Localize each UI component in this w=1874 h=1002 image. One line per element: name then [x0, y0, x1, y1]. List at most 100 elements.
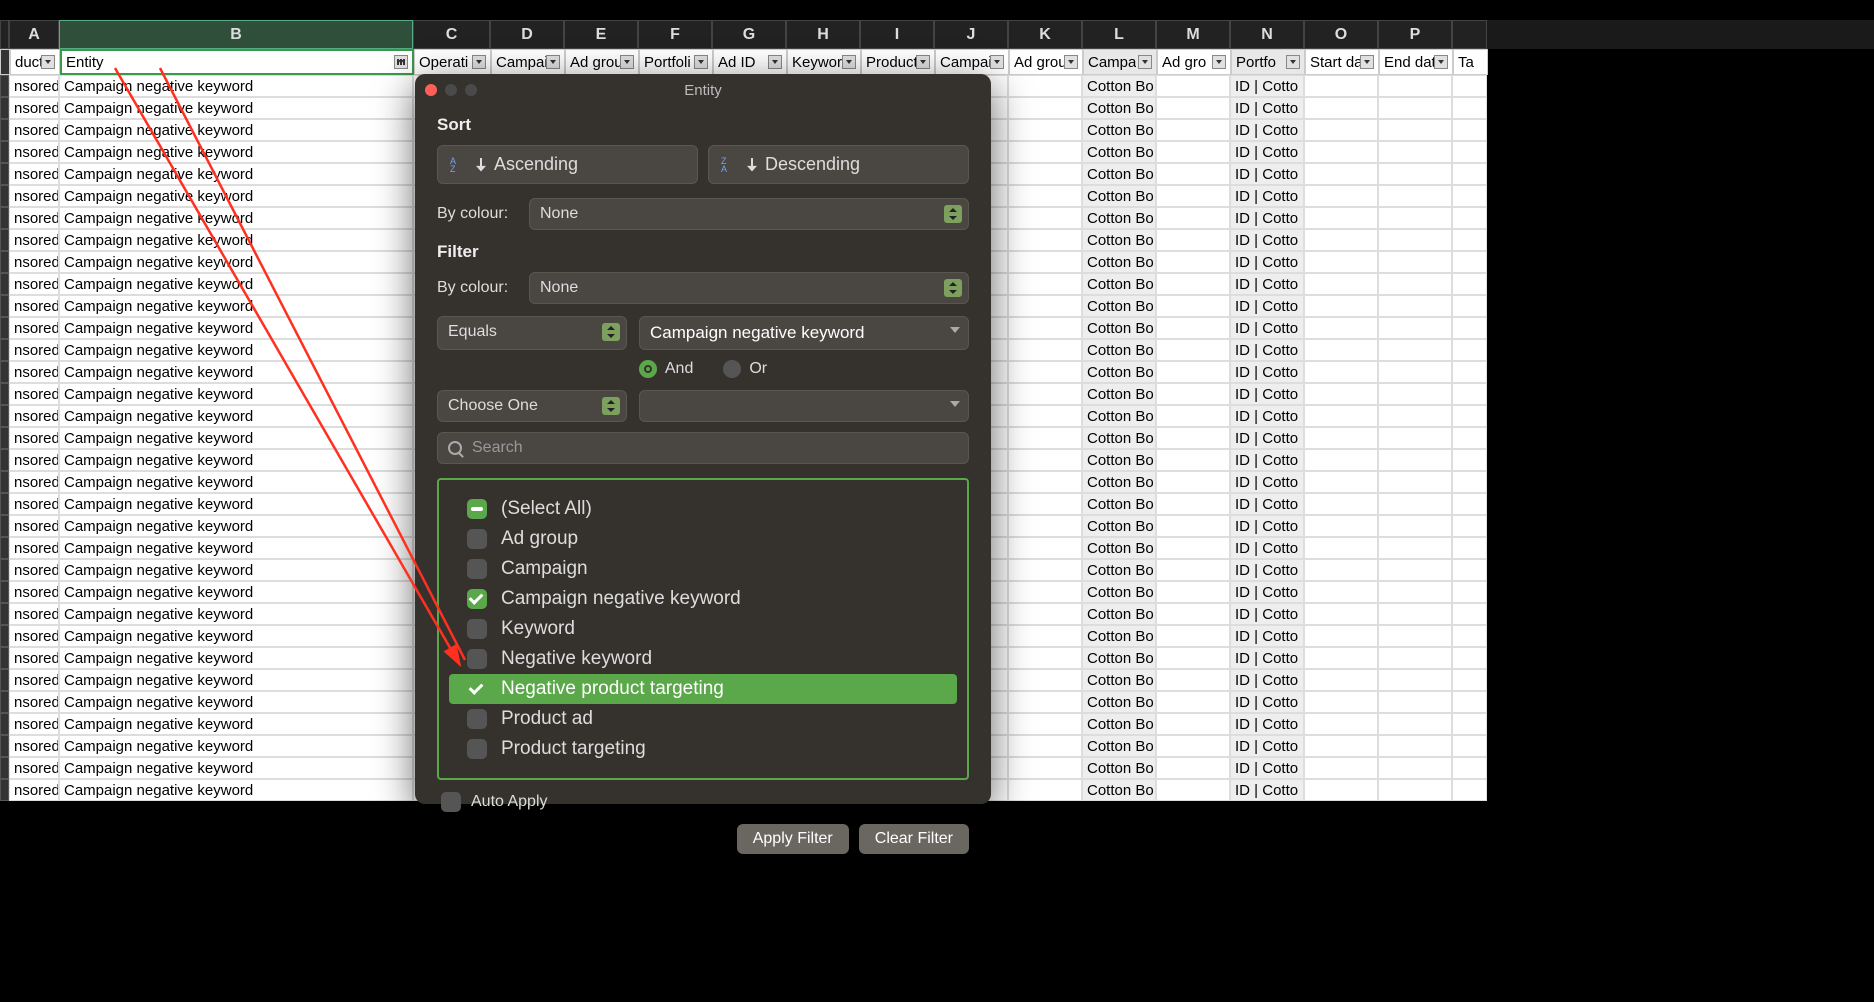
cell[interactable]: nsored: [9, 713, 59, 735]
cell[interactable]: [1452, 691, 1487, 713]
sort-by-colour-select[interactable]: None: [529, 198, 969, 230]
cell[interactable]: [1452, 757, 1487, 779]
cell[interactable]: [1304, 273, 1378, 295]
cell[interactable]: [1452, 163, 1487, 185]
cell[interactable]: [1304, 361, 1378, 383]
colhdr-G[interactable]: G: [712, 20, 786, 49]
cell[interactable]: [1452, 559, 1487, 581]
cell[interactable]: [1008, 141, 1082, 163]
cell[interactable]: nsored: [9, 559, 59, 581]
cell[interactable]: Cotton Bo: [1082, 405, 1156, 427]
cell[interactable]: [1452, 405, 1487, 427]
cell[interactable]: nsored: [9, 779, 59, 801]
cell[interactable]: [1378, 603, 1452, 625]
cell[interactable]: Cotton Bo: [1082, 251, 1156, 273]
cell[interactable]: [1008, 581, 1082, 603]
cell[interactable]: [1378, 427, 1452, 449]
row-header[interactable]: [0, 427, 9, 449]
cell[interactable]: [1304, 75, 1378, 97]
colhdr-D[interactable]: D: [490, 20, 564, 49]
colhdr-J[interactable]: J: [934, 20, 1008, 49]
cell[interactable]: ID | Cotto: [1230, 141, 1304, 163]
colhdr-O[interactable]: O: [1304, 20, 1378, 49]
cell[interactable]: nsored: [9, 251, 59, 273]
cell[interactable]: [1156, 669, 1230, 691]
cell[interactable]: ID | Cotto: [1230, 361, 1304, 383]
cell[interactable]: nsored: [9, 75, 59, 97]
cell[interactable]: ID | Cotto: [1230, 119, 1304, 141]
cell[interactable]: Campaign negative keyword: [59, 735, 413, 757]
cell[interactable]: Campaign negative keyword: [59, 779, 413, 801]
filter-icon[interactable]: [916, 55, 930, 69]
cell[interactable]: Campaign negative keyword: [59, 229, 413, 251]
row-header[interactable]: [0, 339, 9, 361]
checkbox-icon[interactable]: [467, 499, 487, 519]
cell[interactable]: nsored: [9, 273, 59, 295]
cell[interactable]: [1452, 647, 1487, 669]
cell[interactable]: [1008, 317, 1082, 339]
row-header[interactable]: [0, 163, 9, 185]
cell[interactable]: Campaign negative keyword: [59, 757, 413, 779]
field-N[interactable]: Portfo: [1231, 49, 1305, 75]
cell[interactable]: Campaign negative keyword: [59, 669, 413, 691]
cell[interactable]: [1008, 669, 1082, 691]
filter-value-item[interactable]: Campaign negative keyword: [449, 584, 957, 614]
cell[interactable]: [1008, 273, 1082, 295]
cell[interactable]: [1008, 405, 1082, 427]
cell[interactable]: [1452, 603, 1487, 625]
cell[interactable]: Cotton Bo: [1082, 141, 1156, 163]
cell[interactable]: [1378, 361, 1452, 383]
cell[interactable]: ID | Cotto: [1230, 449, 1304, 471]
filter-icon[interactable]: [1064, 55, 1078, 69]
cell[interactable]: Cotton Bo: [1082, 559, 1156, 581]
colhdr-N[interactable]: N: [1230, 20, 1304, 49]
corner-cell[interactable]: [0, 20, 9, 49]
cell[interactable]: [1304, 185, 1378, 207]
cell[interactable]: [1378, 647, 1452, 669]
or-radio[interactable]: Or: [723, 360, 767, 378]
filter-icon[interactable]: [1138, 55, 1152, 69]
checkbox-icon[interactable]: [467, 529, 487, 549]
cell[interactable]: ID | Cotto: [1230, 207, 1304, 229]
filter-icon[interactable]: [1212, 55, 1226, 69]
cell[interactable]: ID | Cotto: [1230, 735, 1304, 757]
filter-search-input[interactable]: Search: [437, 432, 969, 464]
cell[interactable]: [1008, 603, 1082, 625]
cell[interactable]: ID | Cotto: [1230, 471, 1304, 493]
cell[interactable]: ID | Cotto: [1230, 779, 1304, 801]
filter-value-2-select[interactable]: [639, 390, 969, 422]
cell[interactable]: [1156, 713, 1230, 735]
filter-operator-2-select[interactable]: Choose One: [437, 390, 627, 422]
cell[interactable]: [1008, 295, 1082, 317]
cell[interactable]: Cotton Bo: [1082, 625, 1156, 647]
row-header[interactable]: [0, 229, 9, 251]
cell[interactable]: [1008, 537, 1082, 559]
cell[interactable]: Cotton Bo: [1082, 449, 1156, 471]
cell[interactable]: [1156, 339, 1230, 361]
cell[interactable]: ID | Cotto: [1230, 647, 1304, 669]
cell[interactable]: nsored: [9, 163, 59, 185]
cell[interactable]: Cotton Bo: [1082, 779, 1156, 801]
row-header[interactable]: [0, 383, 9, 405]
cell[interactable]: [1452, 251, 1487, 273]
cell[interactable]: nsored: [9, 735, 59, 757]
cell[interactable]: Campaign negative keyword: [59, 691, 413, 713]
cell[interactable]: [1008, 229, 1082, 251]
row-header[interactable]: [0, 119, 9, 141]
cell[interactable]: [1156, 735, 1230, 757]
cell[interactable]: [1378, 581, 1452, 603]
cell[interactable]: Cotton Bo: [1082, 713, 1156, 735]
filter-icon[interactable]: [546, 55, 560, 69]
cell[interactable]: [1304, 427, 1378, 449]
cell[interactable]: [1008, 471, 1082, 493]
cell[interactable]: [1008, 119, 1082, 141]
cell[interactable]: [1008, 339, 1082, 361]
field-K[interactable]: Ad grou: [1009, 49, 1083, 75]
field-L[interactable]: Campa: [1083, 49, 1157, 75]
cell[interactable]: [1008, 251, 1082, 273]
cell[interactable]: [1378, 779, 1452, 801]
cell[interactable]: [1378, 273, 1452, 295]
cell[interactable]: [1452, 471, 1487, 493]
row-header[interactable]: [0, 251, 9, 273]
row-header[interactable]: [0, 141, 9, 163]
